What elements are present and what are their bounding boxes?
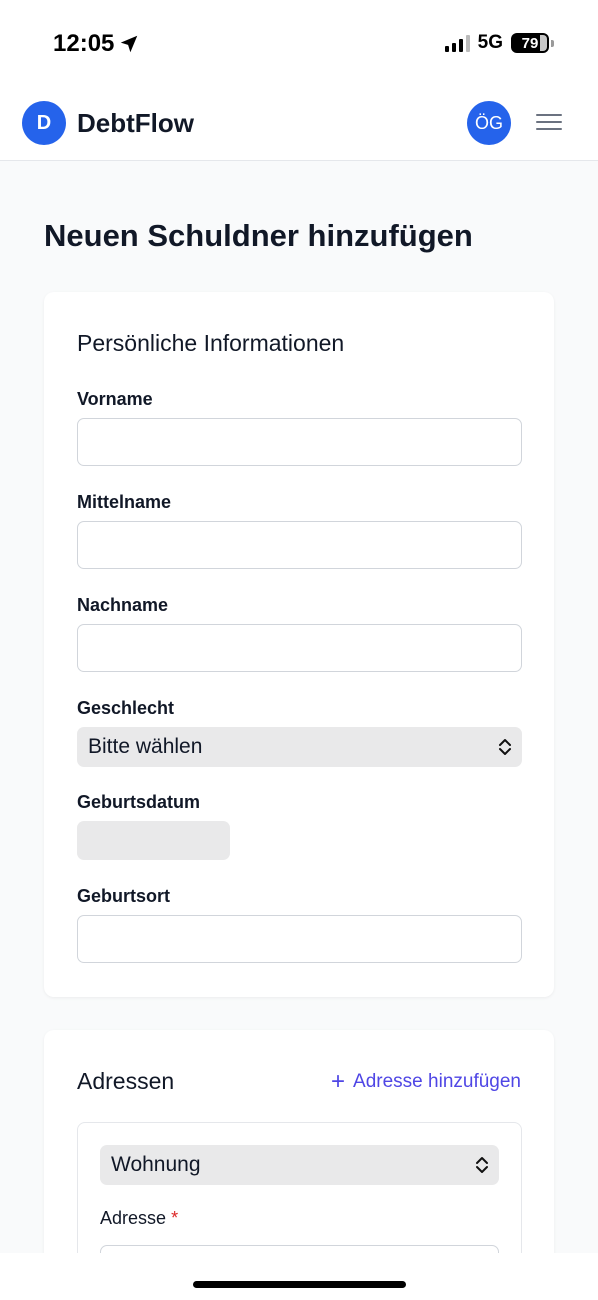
middle-name-label: Mittelname bbox=[77, 492, 172, 512]
address-type-value: Wohnung bbox=[111, 1153, 201, 1176]
gender-label: Geschlecht bbox=[77, 698, 175, 718]
gender-select[interactable]: Bitte wählen bbox=[77, 727, 522, 767]
status-bar: 12:05 5G 79 bbox=[0, 0, 598, 88]
first-name-label: Vorname bbox=[77, 389, 153, 409]
birthdate-input[interactable] bbox=[77, 821, 230, 860]
birthdate-label: Geburtsdatum bbox=[77, 792, 201, 812]
required-marker: * bbox=[171, 1208, 179, 1228]
addresses-title: Adressen bbox=[77, 1068, 175, 1094]
battery-icon: 79 bbox=[511, 33, 549, 53]
user-avatar[interactable]: ÖG bbox=[467, 101, 511, 145]
plus-icon: + bbox=[331, 1068, 346, 1095]
birthplace-input[interactable] bbox=[77, 915, 522, 963]
status-time: 12:05 bbox=[53, 30, 140, 58]
battery-level: 79 bbox=[521, 34, 539, 52]
app-logo[interactable]: D bbox=[22, 101, 66, 145]
battery-tip bbox=[551, 39, 554, 47]
hamburger-menu-icon[interactable] bbox=[535, 110, 563, 134]
app-title[interactable]: DebtFlow bbox=[77, 108, 194, 139]
first-name-input[interactable] bbox=[77, 418, 522, 466]
gender-selected-value: Bitte wählen bbox=[88, 735, 203, 758]
last-name-label: Nachname bbox=[77, 595, 169, 615]
personal-info-card: Persönliche Informationen Vorname Mittel… bbox=[44, 292, 554, 997]
home-indicator[interactable] bbox=[193, 1281, 406, 1288]
network-type: 5G bbox=[477, 32, 503, 53]
personal-info-title: Persönliche Informationen bbox=[77, 330, 345, 356]
signal-icon bbox=[444, 34, 470, 52]
page-title: Neuen Schuldner hinzufügen bbox=[44, 218, 473, 253]
address-type-select[interactable]: Wohnung bbox=[100, 1145, 499, 1185]
add-address-label: Adresse hinzufügen bbox=[353, 1071, 521, 1092]
status-indicators: 5G 79 bbox=[444, 32, 554, 54]
time-text: 12:05 bbox=[53, 30, 115, 57]
location-arrow-icon bbox=[121, 35, 138, 53]
address-label-text: Adresse bbox=[100, 1208, 167, 1228]
home-indicator-area bbox=[0, 1253, 598, 1300]
add-address-button[interactable]: + Adresse hinzufügen bbox=[331, 1070, 521, 1094]
birthplace-label: Geburtsort bbox=[77, 886, 171, 906]
last-name-input[interactable] bbox=[77, 624, 522, 672]
middle-name-input[interactable] bbox=[77, 521, 522, 569]
chevron-up-down-icon bbox=[499, 739, 511, 755]
address-label: Adresse * bbox=[100, 1208, 178, 1229]
chevron-up-down-icon bbox=[476, 1157, 488, 1173]
app-header: D DebtFlow ÖG bbox=[0, 88, 598, 161]
